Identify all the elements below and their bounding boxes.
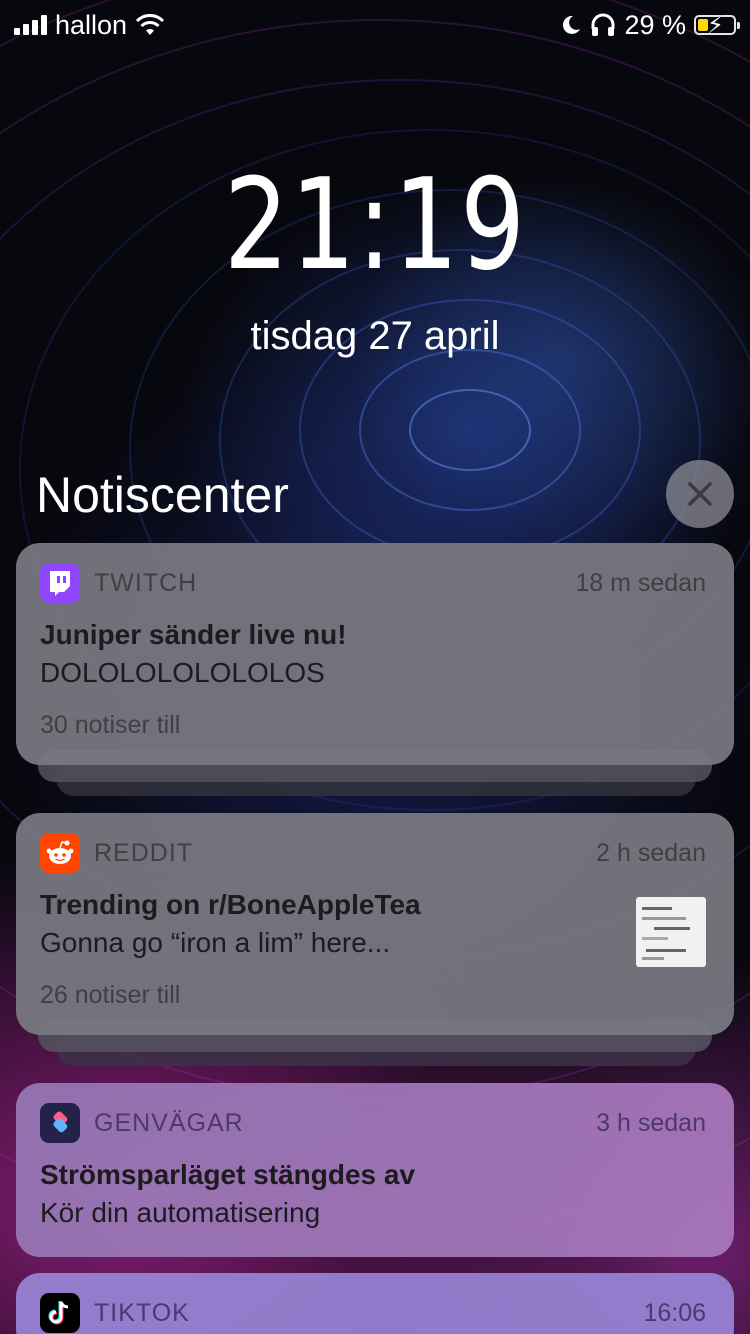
tiktok-icon xyxy=(40,1293,80,1333)
app-name: TIKTOK xyxy=(94,1298,190,1327)
notification-title: Trending on r/BoneAppleTea xyxy=(40,889,421,920)
notification-thumbnail xyxy=(636,897,706,967)
notification-twitch[interactable]: TWITCH 18 m sedan Juniper sänder live nu… xyxy=(16,543,734,765)
reddit-icon xyxy=(40,833,80,873)
notification-reddit[interactable]: REDDIT 2 h sedan Trending on r/BoneApple… xyxy=(16,813,734,1035)
status-bar: hallon 29 % ⚡ xyxy=(0,0,750,50)
notification-shortcuts[interactable]: GENVÄGAR 3 h sedan Strömsparläget stängd… xyxy=(16,1083,734,1257)
twitch-icon xyxy=(40,563,80,603)
notification-time: 3 h sedan xyxy=(596,1108,706,1137)
lock-screen-date: tisdag 27 april xyxy=(250,314,500,358)
notification-time: 2 h sedan xyxy=(596,838,706,867)
notification-body: Gonna go “iron a lim” here... xyxy=(40,927,391,958)
app-name: GENVÄGAR xyxy=(94,1108,244,1137)
notification-time: 18 m sedan xyxy=(575,568,706,597)
notification-time: 16:06 xyxy=(643,1298,706,1327)
notification-center-title: Notiscenter xyxy=(36,467,289,523)
close-icon xyxy=(688,482,712,506)
notification-title: Strömsparläget stängdes av xyxy=(40,1159,416,1190)
moon-icon xyxy=(563,15,581,34)
clear-notifications-button[interactable] xyxy=(666,460,734,528)
battery-charging-icon: ⚡ xyxy=(694,12,740,39)
shortcuts-icon xyxy=(40,1103,80,1143)
carrier-label: hallon xyxy=(55,9,128,40)
notification-title: Juniper sänder live nu! xyxy=(40,619,347,650)
lock-screen-time: 21:19 xyxy=(223,151,527,298)
notification-body: Kör din automatisering xyxy=(40,1197,321,1228)
app-name: TWITCH xyxy=(94,568,198,597)
headphones-icon xyxy=(591,13,615,36)
notification-tiktok[interactable]: TIKTOK 16:06 xyxy=(16,1273,734,1334)
more-notifications-count: 26 notiser till xyxy=(40,981,181,1009)
more-notifications-count: 30 notiser till xyxy=(40,711,181,739)
wifi-icon xyxy=(135,14,165,35)
app-name: REDDIT xyxy=(94,838,194,867)
notification-body: DOLOLOLOLOLOLOS xyxy=(40,657,325,688)
battery-percent: 29 % xyxy=(624,9,686,40)
signal-icon xyxy=(14,15,47,35)
